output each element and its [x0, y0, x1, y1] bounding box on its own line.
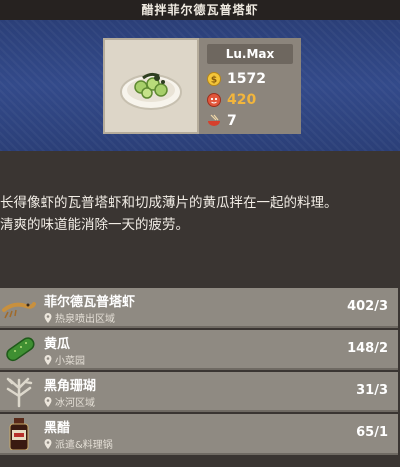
- cucumber-icon: [6, 337, 35, 362]
- location-pin-icon: [44, 438, 52, 449]
- ingredient-row-shrimp[interactable]: 菲尔德瓦普塔虾 热泉喷出区域 402/3: [0, 288, 398, 328]
- coral-icon: [6, 377, 33, 408]
- location-pin-icon: [44, 396, 52, 407]
- dish-description: 长得像虾的瓦普塔虾和切成薄片的黄瓜拌在一起的料理。 清爽的味道能消除一天的疲劳。: [0, 192, 400, 236]
- face-energy-icon: [207, 93, 221, 107]
- ingredient-name: 菲尔德瓦普塔虾: [44, 295, 136, 310]
- ingredient-count: 148/2: [347, 341, 388, 356]
- ingredient-location: 派遣&料理锅: [44, 436, 113, 451]
- description-line: 长得像虾的瓦普塔虾和切成薄片的黄瓜拌在一起的料理。: [0, 195, 338, 211]
- servings-value: 7: [227, 113, 237, 129]
- cucumber-shrimp-salad-icon: [120, 72, 182, 110]
- ingredient-count: 65/1: [356, 425, 388, 440]
- ingredient-location: 小菜园: [44, 352, 85, 367]
- ingredient-location: 冰河区域: [44, 394, 95, 409]
- price-stat: $ 1572: [207, 70, 266, 88]
- energy-value: 420: [227, 92, 257, 108]
- ingredient-location-text: 派遣&料理锅: [55, 440, 113, 451]
- description-line: 清爽的味道能消除一天的疲劳。: [0, 217, 189, 233]
- ingredient-name: 黑醋: [44, 421, 71, 436]
- ingredient-location-text: 热泉喷出区域: [55, 314, 115, 325]
- bowl-chopsticks-icon: [208, 114, 220, 126]
- ingredient-name: 黄瓜: [44, 337, 71, 352]
- price-value: 1572: [227, 71, 266, 87]
- dish-stats-card: Lu.Max $ 1572 420 7: [199, 38, 301, 134]
- window-title: 醋拌菲尔德瓦普塔虾: [0, 0, 400, 20]
- ingredient-location-text: 小菜园: [55, 356, 85, 367]
- servings-stat: 7: [207, 112, 237, 130]
- ingredient-row-vinegar[interactable]: 黑醋 派遣&料理锅 65/1: [0, 414, 398, 455]
- dish-hero-panel: Lu.Max $ 1572 420 7: [0, 20, 400, 151]
- level-badge: Lu.Max: [207, 44, 293, 64]
- ingredient-location-text: 冰河区域: [55, 398, 95, 409]
- ingredient-name: 黑角珊瑚: [44, 379, 97, 394]
- ingredient-row-cucumber[interactable]: 黄瓜 小菜园 148/2: [0, 330, 398, 370]
- location-pin-icon: [44, 312, 52, 323]
- location-pin-icon: [44, 354, 52, 365]
- ingredient-count: 402/3: [347, 299, 388, 314]
- ingredient-row-coral[interactable]: 黑角珊瑚 冰河区域 31/3: [0, 372, 398, 412]
- energy-stat: 420: [207, 91, 256, 109]
- ingredient-location: 热泉喷出区域: [44, 310, 115, 325]
- vinegar-bottle-icon: [9, 418, 29, 450]
- gold-coin-icon: $: [207, 72, 221, 86]
- svg-text:$: $: [211, 76, 217, 86]
- dish-image-card: [103, 38, 199, 134]
- ingredient-count: 31/3: [356, 383, 388, 398]
- shrimp-icon: [2, 302, 36, 319]
